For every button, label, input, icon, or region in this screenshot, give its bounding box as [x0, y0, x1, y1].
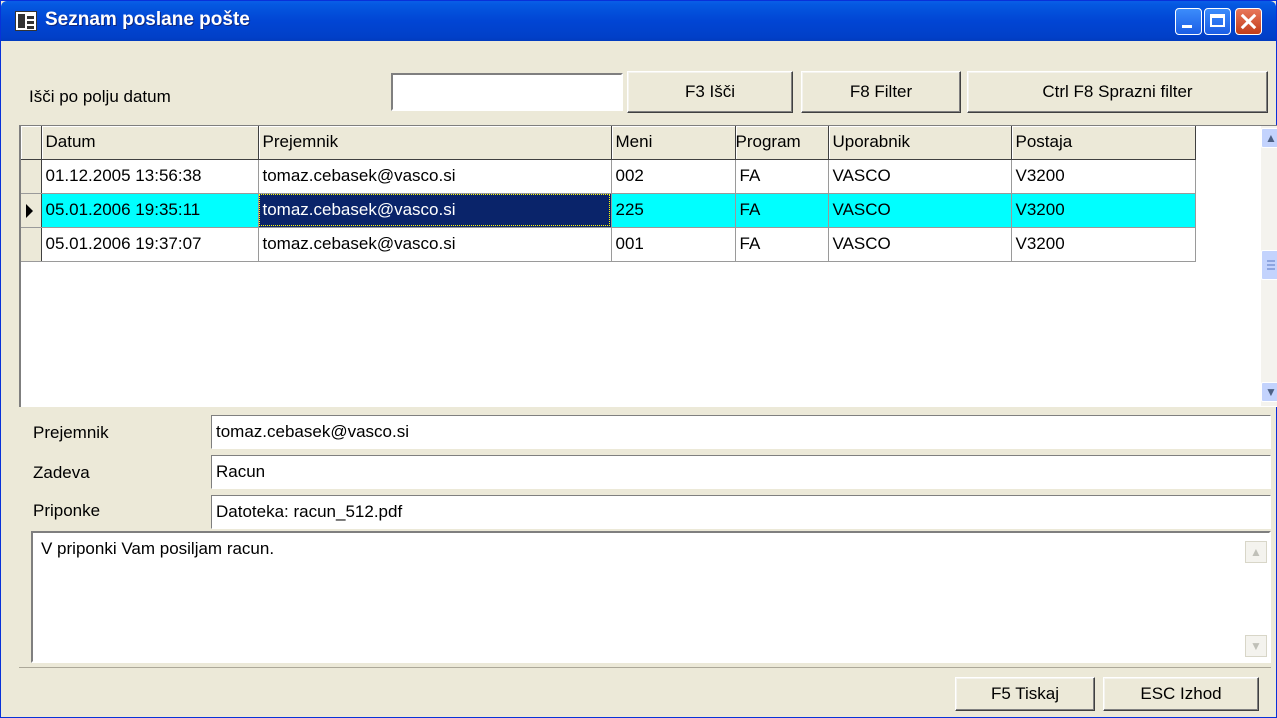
column-header-meni[interactable]: Meni — [611, 126, 736, 160]
title-bar[interactable]: Seznam poslane pošte — [1, 1, 1276, 41]
main-window: Seznam poslane pošte Išči po polju datum… — [0, 0, 1277, 718]
recipient-label: Prejemnik — [33, 423, 109, 442]
column-header-prejemnik[interactable]: Prejemnik — [258, 126, 612, 160]
cell-uporabnik[interactable]: VASCO — [828, 159, 1012, 194]
memo-scroll-up-icon[interactable]: ▲ — [1245, 541, 1267, 563]
cell-program[interactable]: FA — [735, 227, 829, 262]
print-button[interactable]: F5 Tiskaj — [955, 677, 1095, 711]
row-indicator-arrow-icon — [26, 203, 33, 218]
cell-prejemnik-focused[interactable]: tomaz.cebasek@vasco.si — [258, 193, 612, 228]
grid-corner — [21, 126, 42, 160]
grid-vertical-scrollbar[interactable]: ▲ ▼ — [1261, 126, 1277, 406]
message-scrollbar[interactable]: ▲ ▼ — [1245, 535, 1267, 659]
app-window-icon[interactable] — [15, 11, 37, 31]
cell-uporabnik[interactable]: VASCO — [828, 227, 1012, 262]
attachments-field[interactable]: Datoteka: racun_512.pdf — [211, 495, 1271, 529]
message-body[interactable]: V priponki Vam posiljam racun. ▲ ▼ — [31, 531, 1271, 663]
cell-postaja[interactable]: V3200 — [1011, 193, 1196, 228]
subject-label: Zadeva — [33, 463, 90, 482]
cell-prejemnik[interactable]: tomaz.cebasek@vasco.si — [258, 159, 612, 194]
cell-meni[interactable]: 225 — [611, 193, 736, 228]
cell-program[interactable]: FA — [735, 159, 829, 194]
table-row-selected[interactable]: 05.01.2006 19:35:11 tomaz.cebasek@vasco.… — [21, 193, 1196, 228]
search-button[interactable]: F3 Išči — [627, 71, 793, 113]
subject-field[interactable]: Racun — [211, 455, 1271, 489]
cell-meni[interactable]: 001 — [611, 227, 736, 262]
window-title: Seznam poslane pošte — [45, 9, 250, 30]
column-header-program[interactable]: Program — [735, 126, 829, 160]
memo-scroll-down-icon[interactable]: ▼ — [1245, 635, 1267, 657]
cell-datum[interactable]: 01.12.2005 13:56:38 — [41, 159, 259, 194]
cell-prejemnik[interactable]: tomaz.cebasek@vasco.si — [258, 227, 612, 262]
column-header-uporabnik[interactable]: Uporabnik — [828, 126, 1012, 160]
search-label: Išči po polju datum — [29, 87, 171, 106]
table-row[interactable]: 01.12.2005 13:56:38 tomaz.cebasek@vasco.… — [21, 159, 1196, 194]
recipient-field[interactable]: tomaz.cebasek@vasco.si — [211, 415, 1271, 449]
cell-datum[interactable]: 05.01.2006 19:35:11 — [41, 193, 259, 228]
scroll-up-icon[interactable]: ▲ — [1261, 128, 1277, 148]
footer-divider — [19, 667, 1271, 668]
maximize-icon[interactable] — [1204, 8, 1231, 35]
exit-button[interactable]: ESC Izhod — [1103, 677, 1259, 711]
close-icon[interactable] — [1235, 8, 1262, 35]
cell-postaja[interactable]: V3200 — [1011, 159, 1196, 194]
column-header-datum[interactable]: Datum — [41, 126, 259, 160]
sent-mail-table: Datum Prejemnik Meni Program Uporabnik P… — [21, 126, 1196, 262]
attachments-label: Priponke — [33, 501, 101, 520]
cell-meni[interactable]: 002 — [611, 159, 736, 194]
message-body-text: V priponki Vam posiljam racun. — [41, 539, 275, 558]
cell-postaja[interactable]: V3200 — [1011, 227, 1196, 262]
table-row[interactable]: 05.01.2006 19:37:07 tomaz.cebasek@vasco.… — [21, 227, 1196, 262]
cell-program[interactable]: FA — [735, 193, 829, 228]
row-indicator[interactable] — [21, 159, 42, 194]
minimize-icon[interactable] — [1175, 8, 1202, 35]
cell-uporabnik[interactable]: VASCO — [828, 193, 1012, 228]
cell-datum[interactable]: 05.01.2006 19:37:07 — [41, 227, 259, 262]
row-indicator[interactable] — [21, 193, 42, 228]
scroll-down-icon[interactable]: ▼ — [1261, 382, 1277, 402]
filter-button[interactable]: F8 Filter — [801, 71, 961, 113]
scroll-thumb[interactable] — [1261, 250, 1277, 280]
search-input[interactable] — [391, 73, 623, 111]
clear-filter-button[interactable]: Ctrl F8 Sprazni filter — [967, 71, 1268, 113]
column-header-postaja[interactable]: Postaja — [1011, 126, 1196, 160]
sent-mail-grid[interactable]: Datum Prejemnik Meni Program Uporabnik P… — [19, 125, 1277, 407]
row-indicator[interactable] — [21, 227, 42, 262]
grid-header-row: Datum Prejemnik Meni Program Uporabnik P… — [21, 126, 1196, 160]
